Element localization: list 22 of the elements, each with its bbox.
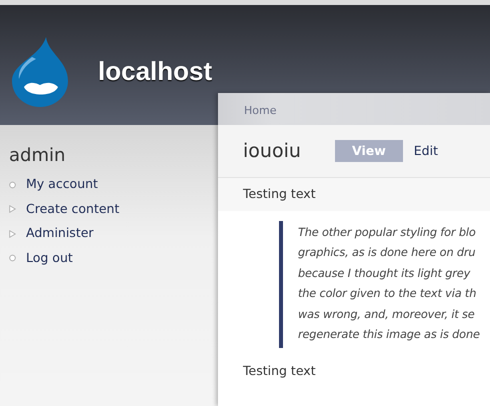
quote-line: was wrong, and, moreover, it se	[298, 306, 476, 323]
quote-line: because I thought its light grey	[298, 266, 472, 282]
quote-line: graphics, as is done here on dru	[298, 245, 476, 262]
breadcrumb-link[interactable]: Home	[244, 104, 276, 117]
menu-link[interactable]: Log out	[26, 248, 73, 268]
drop-logo[interactable]	[10, 35, 70, 107]
site-name[interactable]: localhost	[98, 52, 212, 90]
sidebar-title: admin	[9, 145, 66, 167]
quote-line: the color given to the text via th	[298, 286, 478, 302]
bullet-icon	[9, 180, 16, 189]
paragraph: Testing text	[243, 362, 317, 380]
quote-line: regenerate this image as is done	[298, 327, 481, 344]
menu-link[interactable]: My account	[26, 175, 98, 194]
triangle-icon	[9, 205, 16, 214]
quote-line: The other popular styling for blo	[298, 224, 477, 241]
menu-link[interactable]: Administer	[26, 224, 94, 244]
triangle-icon	[9, 230, 16, 238]
menu-link[interactable]: Create content	[26, 200, 120, 219]
paragraph: Testing text	[218, 178, 490, 211]
tab[interactable]: Edit	[406, 140, 446, 162]
page-title: iouoiu	[243, 140, 302, 162]
bullet-icon	[9, 254, 16, 262]
